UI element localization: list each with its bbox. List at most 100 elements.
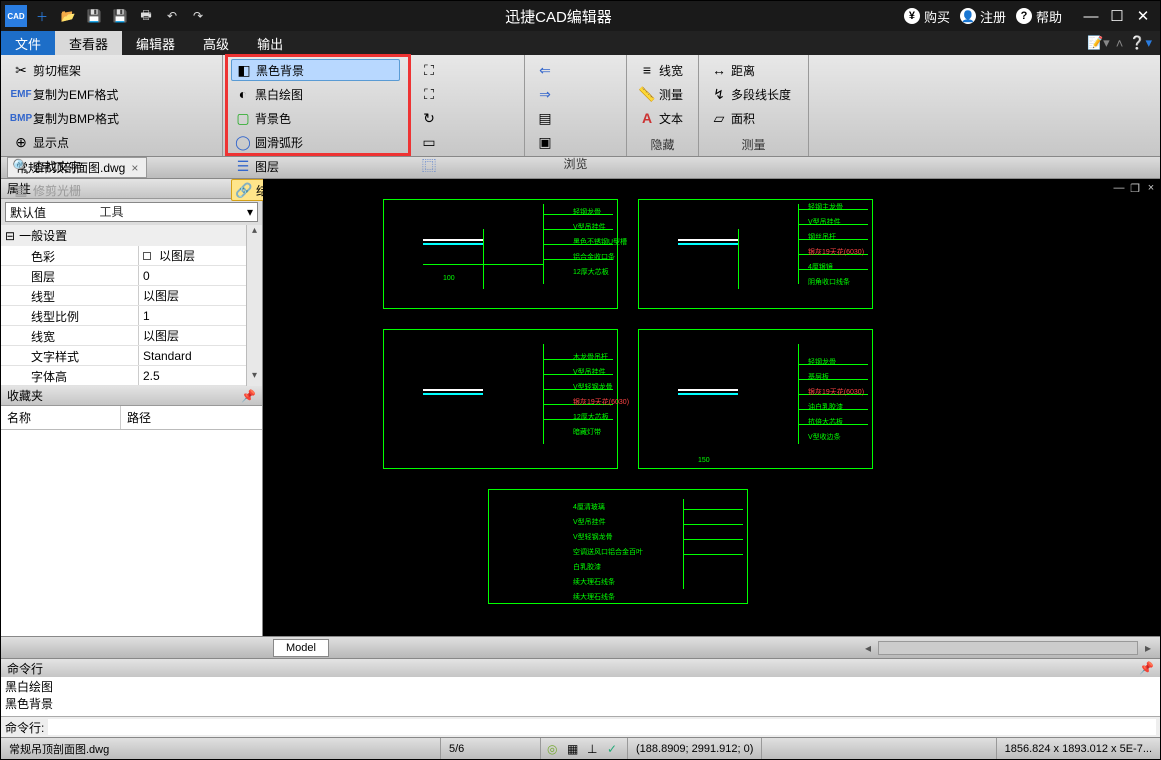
canvas-minimize-icon[interactable]: —	[1112, 181, 1126, 195]
titlebar: CAD ＋ 📂 💾 💾 🖶 ↶ ↷ 迅捷CAD编辑器 ¥购买 👤注册 ?帮助 —…	[1, 1, 1160, 31]
bw-icon: ◐	[235, 86, 251, 102]
tab-output[interactable]: 输出	[243, 31, 297, 55]
group-label-tools: 工具	[9, 201, 214, 223]
favorites-col-path: 路径	[121, 406, 157, 429]
ortho-icon[interactable]: ⊥	[587, 742, 601, 756]
pin-icon[interactable]: 📌	[241, 389, 256, 403]
pos-btn-2[interactable]: ⛶	[417, 83, 516, 105]
select-icon: ▭	[421, 134, 437, 150]
favorites-list[interactable]: 名称 路径	[1, 406, 262, 636]
close-button[interactable]: ✕	[1134, 7, 1152, 25]
osnap-icon[interactable]: ✓	[607, 742, 621, 756]
group-label-hide: 隐藏	[635, 134, 690, 156]
area-icon: ▱	[711, 110, 727, 126]
bw-draw-button[interactable]: ◐黑白绘图	[231, 83, 400, 105]
grid-icon[interactable]: ▦	[567, 742, 581, 756]
command-line: 命令行:	[1, 717, 1160, 737]
bmp-icon: BMP	[13, 110, 29, 126]
prop-row[interactable]: 线宽以图层	[1, 326, 246, 346]
register-button[interactable]: 👤注册	[960, 7, 1006, 26]
model-tab[interactable]: Model	[273, 639, 329, 657]
tab-viewer[interactable]: 查看器	[55, 31, 122, 55]
app-icon: CAD	[5, 5, 27, 27]
snap-icon[interactable]: ◎	[547, 742, 561, 756]
buy-button[interactable]: ¥购买	[904, 7, 950, 26]
command-input[interactable]	[48, 719, 1156, 735]
saveall-icon[interactable]: 💾	[109, 5, 131, 27]
redo-icon[interactable]: ↷	[187, 5, 209, 27]
refresh-icon: ↻	[421, 110, 437, 126]
ribbon-style-icon[interactable]: 📝▾	[1087, 35, 1110, 51]
pos-btn-1[interactable]: ⛶	[417, 59, 516, 81]
prop-row[interactable]: 线型以图层	[1, 286, 246, 306]
favorites-header: 收藏夹📌	[1, 386, 262, 406]
open-icon[interactable]: 📂	[57, 5, 79, 27]
text-icon: A	[639, 110, 655, 126]
status-coords: (188.8909; 2991.912; 0)	[628, 738, 762, 759]
prop-row[interactable]: 文字样式Standard	[1, 346, 246, 366]
print-icon[interactable]: 🖶	[135, 5, 157, 27]
ribbon-minimize-icon[interactable]: ˄	[1116, 36, 1124, 51]
pos-btn-4[interactable]: ▭	[417, 131, 516, 153]
search-icon: 🔍	[13, 158, 29, 174]
nav-right-button[interactable]: ⇒	[533, 83, 618, 105]
copy-emf-button[interactable]: EMF复制为EMF格式	[9, 83, 214, 105]
pin-icon[interactable]: 📌	[1139, 661, 1154, 675]
minimize-button[interactable]: —	[1082, 7, 1100, 25]
structure-icon: 🔗	[236, 182, 252, 198]
linewidth-button[interactable]: ≡线宽	[635, 59, 690, 81]
maximize-button[interactable]: ☐	[1108, 7, 1126, 25]
smooth-arc-button[interactable]: ◯圆滑弧形	[231, 131, 400, 153]
nav-close-button[interactable]: ▣	[533, 131, 618, 153]
copy-bmp-button[interactable]: BMP复制为BMP格式	[9, 107, 214, 129]
clip-frame-button[interactable]: ✂剪切框架	[9, 59, 214, 81]
layers-button[interactable]: ☰图层	[231, 155, 400, 177]
polyline-len-button[interactable]: ↯多段线长度	[707, 83, 800, 105]
arrow-right-icon: ⇒	[537, 86, 553, 102]
emf-icon: EMF	[13, 86, 29, 102]
show-point-button[interactable]: ⊕显示点	[9, 131, 214, 153]
nav-docs-button[interactable]: ▤	[533, 107, 618, 129]
measure-button[interactable]: 📏测量	[635, 83, 690, 105]
distance-icon: ↔	[711, 62, 727, 78]
status-page: 5/6	[441, 738, 541, 759]
black-bg-button[interactable]: ◧黑色背景	[231, 59, 400, 81]
tab-file[interactable]: 文件	[1, 31, 55, 55]
nav-left-button[interactable]: ⇐	[533, 59, 618, 81]
text-button[interactable]: A文本	[635, 107, 690, 129]
hscroll-left-icon[interactable]: ◂	[860, 641, 876, 655]
undo-icon[interactable]: ↶	[161, 5, 183, 27]
distance-button[interactable]: ↔距离	[707, 59, 800, 81]
prop-row[interactable]: 字体高2.5	[1, 366, 246, 386]
color-icon: ▢	[235, 110, 251, 126]
ribbon-help-icon[interactable]: ❔▾	[1129, 35, 1152, 51]
command-prompt: 命令行:	[5, 719, 44, 736]
bg-color-button[interactable]: ▢背景色	[231, 107, 400, 129]
tab-advanced[interactable]: 高级	[189, 31, 243, 55]
hscrollbar[interactable]	[878, 641, 1138, 655]
tab-editor[interactable]: 编辑器	[122, 31, 189, 55]
model-tabs: Model ◂ ▸	[1, 636, 1160, 658]
canvas-close-icon[interactable]: ×	[1144, 181, 1158, 195]
pos-btn-3[interactable]: ↻	[417, 107, 516, 129]
hscroll-right-icon[interactable]: ▸	[1140, 641, 1156, 655]
new-icon[interactable]: ＋	[31, 5, 53, 27]
save-icon[interactable]: 💾	[83, 5, 105, 27]
find-text-button[interactable]: 🔍查找文字	[9, 155, 214, 177]
command-panel: 命令行📌 黑白绘图 黑色背景 命令行:	[1, 658, 1160, 737]
command-log: 黑白绘图 黑色背景	[1, 677, 1160, 717]
drawing-canvas[interactable]: 轻钢龙骨 V型吊挂件 黑色不锈钢U型槽 铝合金收口条 12厚大芯板 轻钢主龙骨 …	[263, 179, 1160, 636]
prop-row[interactable]: 色彩以图层	[1, 246, 246, 266]
pos-btn-5[interactable]: ⿴	[417, 155, 516, 177]
arrow-left-icon: ⇐	[537, 62, 553, 78]
prop-row[interactable]: 图层0	[1, 266, 246, 286]
group-label-measure: 测量	[707, 134, 800, 156]
property-category[interactable]: ⊟ 一般设置	[1, 225, 246, 246]
area-button[interactable]: ▱面积	[707, 107, 800, 129]
properties-scrollbar[interactable]: ▴▾	[246, 225, 262, 386]
canvas-restore-icon[interactable]: ❐	[1128, 181, 1142, 195]
prop-row[interactable]: 线型比例1	[1, 306, 246, 326]
help-button[interactable]: ?帮助	[1016, 7, 1062, 26]
black-bg-icon: ◧	[236, 62, 252, 78]
grid-icon: ▦	[13, 182, 29, 198]
